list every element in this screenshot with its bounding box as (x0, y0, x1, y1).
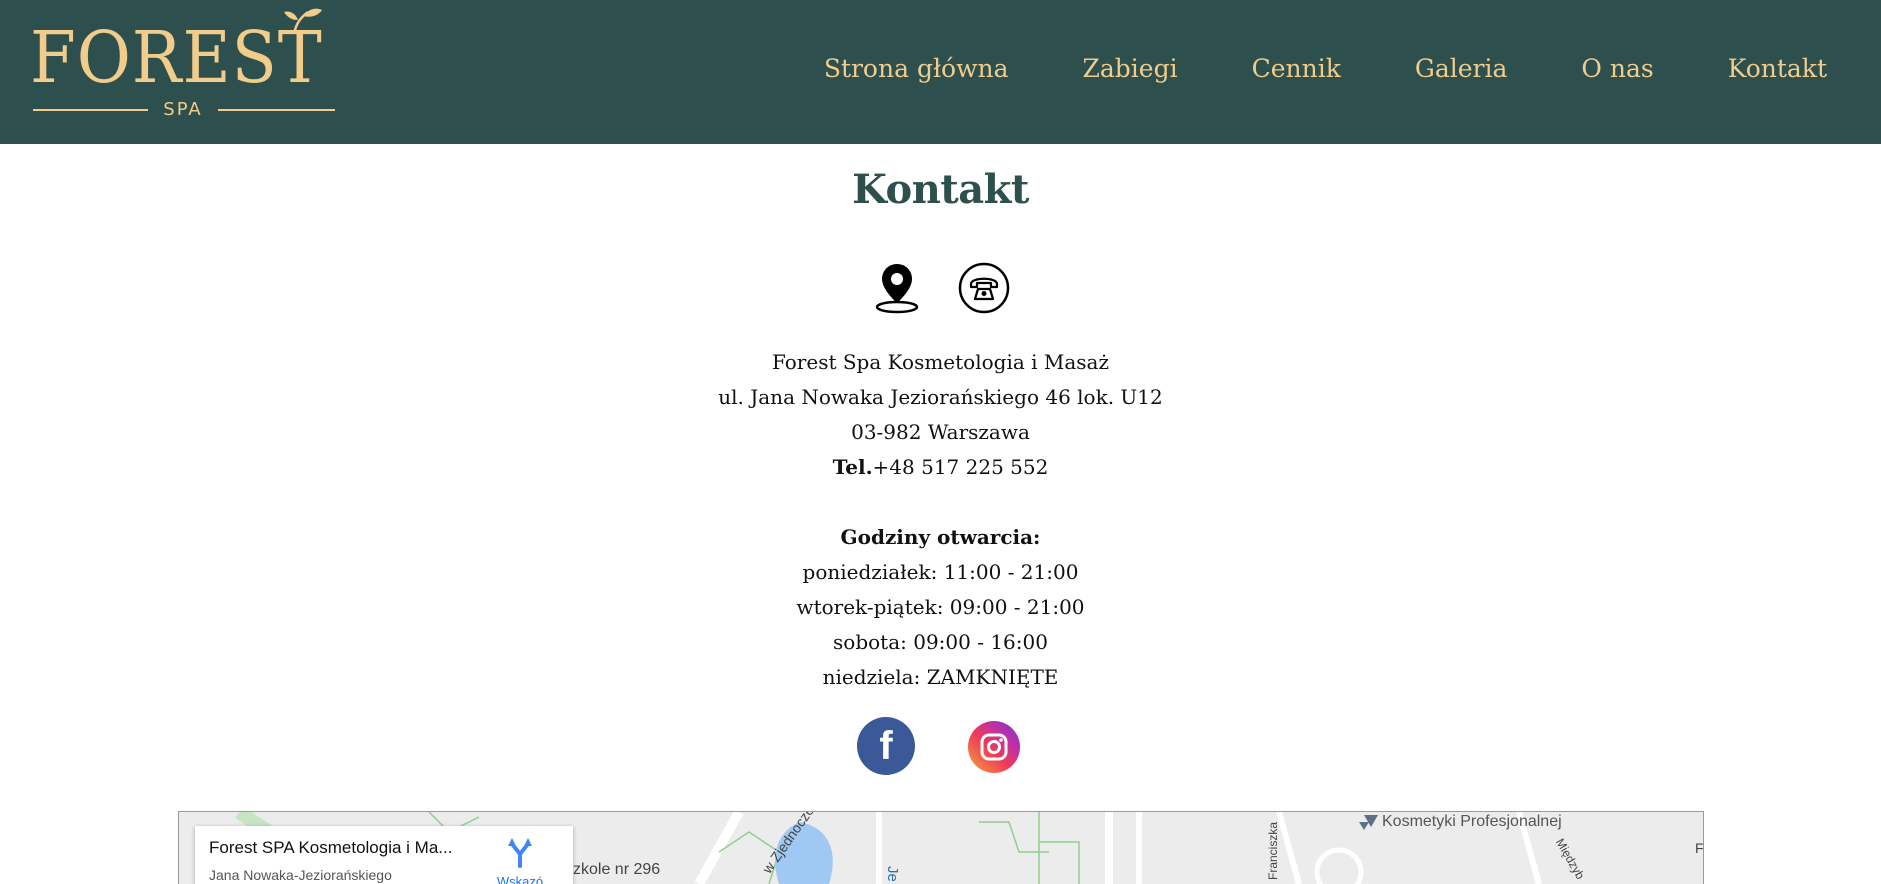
forest-spa-logo[interactable]: FOREST SPA (30, 6, 340, 122)
hours-row: poniedziałek: 11:00 - 21:00 (802, 560, 1079, 584)
nav-item-strona-glowna[interactable]: Strona główna (824, 50, 1009, 88)
place-title[interactable]: Forest SPA Kosmetologia i Ma... (209, 838, 479, 858)
facebook-icon[interactable]: f (857, 717, 915, 775)
instagram-icon[interactable] (968, 721, 1020, 773)
logo-divider-left (33, 109, 148, 111)
directions-button[interactable]: Wskazó (480, 836, 560, 884)
map-label-franciszka: Franciszka (1266, 821, 1280, 880)
hours-row: sobota: 09:00 - 16:00 (833, 630, 1048, 654)
leaf-icon (284, 8, 322, 35)
phone-line: Tel.+48 517 225 552 (0, 450, 1881, 485)
logo-divider-right (218, 109, 335, 111)
map-pin-icon (875, 264, 919, 314)
contact-icons (870, 262, 1012, 314)
poi-marker-icon (1364, 815, 1378, 827)
phone-number[interactable]: +48 517 225 552 (873, 455, 1049, 479)
social-links: f (857, 717, 1021, 777)
hours-heading: Godziny otwarcia: (0, 520, 1881, 555)
place-address: Jana Nowaka-Jeziorańskiego (209, 867, 392, 883)
map-label-lake: Je (884, 866, 901, 882)
site-header: FOREST SPA Strona główna Zabiegi Cennik … (0, 0, 1881, 144)
nav-item-zabiegi[interactable]: Zabiegi (1083, 50, 1178, 88)
city-address: 03-982 Warszawa (851, 420, 1030, 444)
directions-icon (508, 838, 532, 868)
business-name: Forest Spa Kosmetologia i Masaż (771, 350, 1110, 374)
street-address: ul. Jana Nowaka Jeziorańskiego 46 lok. U… (718, 385, 1163, 409)
map-label-poi[interactable]: Kosmetyki Profesjonalnej (1382, 813, 1562, 831)
hours-row: wtorek-piątek: 09:00 - 21:00 (796, 595, 1085, 619)
logo-subtitle: SPA (163, 99, 203, 120)
map-label-edge: F (1695, 840, 1704, 856)
nav-item-galeria[interactable]: Galeria (1415, 50, 1508, 88)
google-map[interactable]: Forest SPA Kosmetologia i Ma... Jana Now… (178, 811, 1704, 884)
contact-info: Forest Spa Kosmetologia i Masaż ul. Jana… (0, 345, 1881, 695)
phone-icon (958, 262, 1010, 314)
nav-item-cennik[interactable]: Cennik (1252, 50, 1341, 88)
hours-row: niedziela: ZAMKNIĘTE (822, 665, 1059, 689)
page-title: Kontakt (852, 166, 1029, 213)
nav-item-o-nas[interactable]: O nas (1581, 50, 1653, 88)
place-card: Forest SPA Kosmetologia i Ma... Jana Now… (195, 826, 573, 884)
main-nav: Strona główna Zabiegi Cennik Galeria O n… (824, 50, 1827, 88)
phone-label: Tel. (832, 455, 873, 479)
hours-heading-text: Godziny otwarcia: (840, 525, 1041, 549)
nav-item-kontakt[interactable]: Kontakt (1728, 50, 1827, 88)
map-label-school: zkole nr 296 (573, 861, 661, 878)
